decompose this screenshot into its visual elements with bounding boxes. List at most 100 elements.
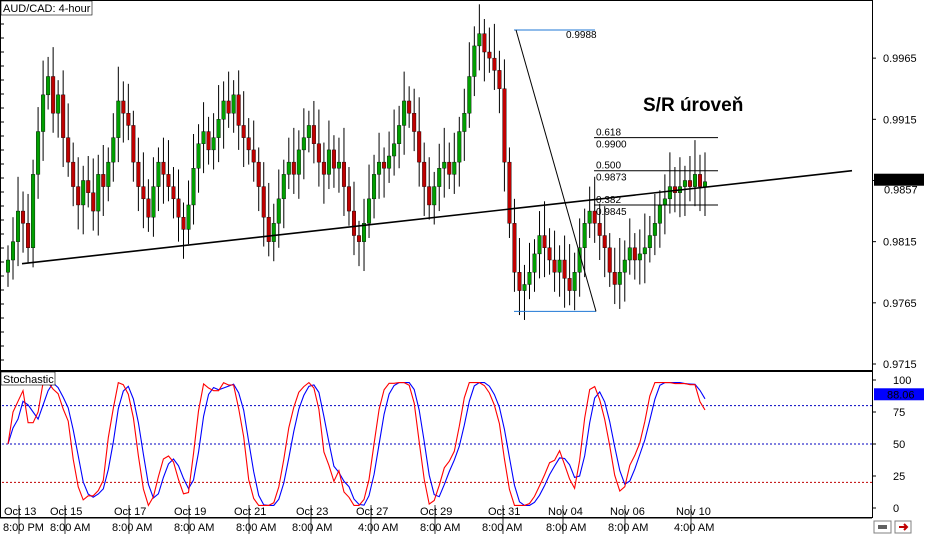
candle-body: [637, 253, 642, 261]
candle-body: [507, 161, 512, 224]
candle-body: [206, 131, 211, 151]
candle-body: [417, 131, 422, 163]
candle-body: [166, 174, 171, 187]
candle-body: [412, 112, 417, 132]
forex-chart: 0.99650.99150.98650.98150.97650.97150.98…: [0, 0, 924, 534]
candle-body: [346, 186, 351, 212]
candle-body: [76, 186, 81, 206]
candle-body: [21, 210, 26, 224]
candle-body: [171, 186, 176, 200]
candle-body: [271, 223, 276, 242]
candle-body: [392, 143, 397, 157]
time-label: 8:00 AM: [292, 522, 332, 534]
sr-annotation: S/R úroveň: [643, 95, 743, 116]
candle-body: [291, 161, 296, 175]
candle-body: [181, 216, 186, 230]
price-tick-label: 0.9765: [883, 298, 917, 310]
oscillator-title: Stochastic: [3, 374, 54, 386]
candle-body: [447, 161, 452, 175]
candle-body: [91, 192, 96, 212]
date-label: Oct 23: [296, 506, 328, 518]
fib-price-label: 0.9845: [596, 207, 627, 218]
candle-body: [602, 235, 607, 248]
candle-body: [281, 174, 286, 200]
candle-body: [66, 137, 71, 163]
candle-body: [532, 253, 537, 273]
candle-body: [241, 125, 246, 138]
candle-body: [96, 174, 101, 212]
candle-body: [407, 100, 412, 114]
candle-body: [56, 94, 61, 114]
date-label: Oct 13: [4, 506, 36, 518]
candle-body: [221, 100, 226, 120]
candle-body: [141, 186, 146, 200]
candle-body: [472, 45, 477, 77]
candle-body: [46, 76, 51, 96]
time-label: 8:00 AM: [112, 522, 152, 534]
candle-body: [251, 149, 256, 163]
candle-body: [667, 186, 672, 200]
candle-body: [657, 204, 662, 224]
price-tick-label: 0.9965: [883, 53, 917, 65]
candle-body: [512, 223, 517, 273]
candle-body: [582, 223, 587, 248]
candle-body: [201, 131, 206, 144]
candle-body: [572, 272, 577, 291]
candle-body: [211, 137, 216, 151]
candle-body: [642, 247, 647, 255]
candle-body: [697, 174, 702, 187]
candle-body: [522, 284, 527, 291]
date-label: Oct 27: [356, 506, 388, 518]
candle-body: [231, 94, 236, 114]
date-label: Nov 10: [676, 506, 711, 518]
candle-body: [131, 125, 136, 163]
osc-tick-label: 25: [893, 471, 905, 483]
candle-body: [567, 278, 572, 291]
time-label: 4:00 AM: [674, 522, 714, 534]
candle-body: [136, 161, 141, 187]
date-label: Oct 17: [114, 506, 146, 518]
candle-body: [331, 149, 336, 169]
candle-body: [36, 131, 41, 175]
swing-high-label: 0.9988: [566, 30, 597, 41]
osc-tick-label: 75: [893, 407, 905, 419]
previous-price-label: 0.9857: [884, 185, 918, 197]
candle-body: [607, 247, 612, 273]
candle-body: [562, 259, 567, 279]
candle-body: [306, 125, 311, 138]
time-label: 8:00 PM: [3, 522, 44, 534]
candle-body: [382, 161, 387, 169]
candle-body: [427, 186, 432, 206]
candle-body: [467, 76, 472, 114]
fib-ratio-label: 0.618: [596, 128, 621, 139]
candle-body: [16, 210, 21, 242]
candle-body: [477, 33, 482, 47]
candle-body: [106, 161, 111, 187]
candle-body: [236, 94, 241, 126]
candle-body: [191, 168, 196, 206]
candle-body: [351, 210, 356, 236]
candle-body: [101, 174, 106, 187]
candle-body: [316, 143, 321, 163]
candle-body: [703, 181, 708, 187]
candle-body: [276, 198, 281, 224]
candle-body: [662, 198, 667, 206]
candle-body: [692, 174, 697, 187]
candle-body: [422, 161, 427, 187]
candle-body: [587, 210, 592, 224]
candle-body: [5, 259, 10, 273]
candle-body: [196, 143, 201, 169]
candle-body: [647, 235, 652, 248]
candle-body: [612, 272, 617, 285]
candle-body: [442, 161, 447, 169]
candle-body: [557, 259, 562, 273]
candle-body: [622, 259, 627, 273]
candle-body: [326, 149, 331, 175]
candle-body: [246, 137, 251, 151]
candle-body: [377, 161, 382, 175]
candle-body: [372, 174, 377, 200]
osc-value-label: 88.06: [887, 389, 915, 401]
price-tick-label: 0.9815: [883, 237, 917, 249]
candle-body: [301, 137, 306, 151]
candle-body: [111, 137, 116, 163]
